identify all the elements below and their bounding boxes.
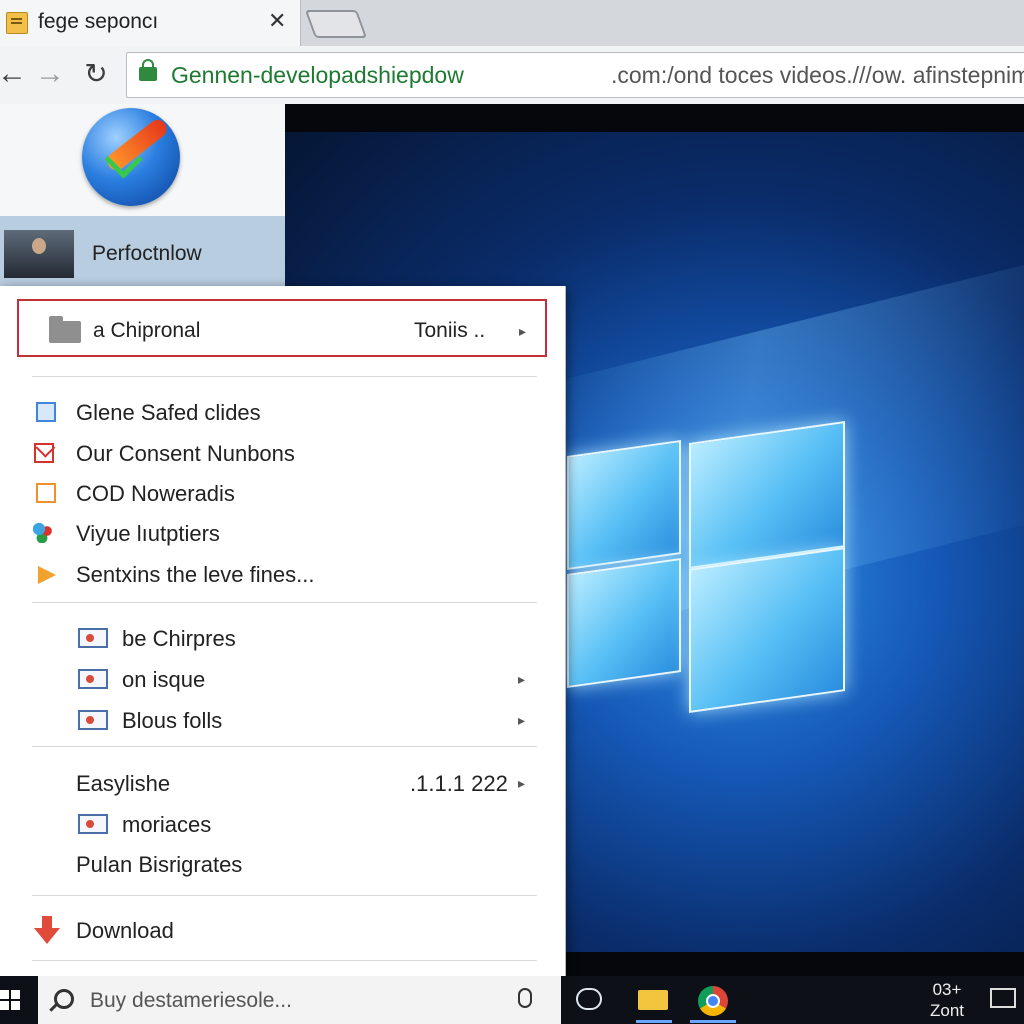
menu-separator: [32, 602, 537, 603]
submenu-arrow-icon: ▸: [518, 671, 526, 687]
menu-item[interactable]: Blous folls ▸: [0, 700, 565, 738]
taskbar: Buy destameriesole... 03+ Zont: [0, 976, 1024, 1024]
submenu-arrow-icon: ▸: [518, 712, 526, 728]
user-name: Perfoctnlow: [92, 242, 202, 265]
menu-item-label: Blous folls: [122, 708, 223, 733]
user-row[interactable]: Perfoctnlow: [0, 216, 285, 290]
submenu-arrow-icon: ▸: [519, 323, 527, 339]
menu-item-label: COD Noweradis: [76, 481, 235, 506]
address-bar[interactable]: Gennen-developadshiepdow .com:/ond toces…: [126, 52, 1024, 98]
menu-separator: [32, 895, 537, 896]
taskbar-search-input[interactable]: Buy destameriesole...: [38, 976, 561, 1024]
menu-item-label: Viyue lıutptiers: [76, 521, 220, 546]
menu-item[interactable]: moriaces: [0, 804, 565, 842]
image-icon: [78, 628, 108, 648]
url-domain: Gennen-developadshiepdow: [171, 62, 464, 88]
menu-item[interactable]: Easylishe .1.1.1 222 ▸: [0, 763, 565, 801]
menu-item[interactable]: Viyue lıutptiers: [0, 513, 565, 551]
image-icon: [78, 710, 108, 730]
lock-icon: [139, 59, 157, 81]
menu-item-label: be Chirpres: [122, 626, 236, 651]
context-menu: a Chipronal Toniis .. ▸ Glene Safed clid…: [0, 286, 566, 982]
menu-item-label: Easylishe: [76, 771, 171, 796]
menu-item-label: Sentxins the leve fines...: [76, 562, 315, 587]
page-icon: [36, 483, 56, 503]
menu-item[interactable]: be Chirpres: [0, 618, 565, 656]
folder-icon: [49, 316, 81, 343]
play-icon: [38, 566, 56, 584]
menu-separator: [32, 960, 537, 961]
task-view-icon[interactable]: [576, 988, 602, 1010]
menu-item-download[interactable]: Download: [0, 910, 565, 948]
search-placeholder: Buy destameriesole...: [90, 989, 292, 1012]
url-path: .com:/ond toces videos.///ow. afinstepni…: [611, 62, 1024, 88]
browser-toolbar: ← → ↻ Gennen-developadshiepdow .com:/ond…: [0, 46, 1024, 105]
menu-item-label: on isque: [122, 667, 206, 692]
avatar: [4, 230, 74, 278]
app-logo-icon: [82, 108, 180, 206]
windows-logo-pane: [567, 557, 681, 689]
back-arrow-icon[interactable]: ←: [0, 54, 30, 94]
favicon-icon: [6, 12, 28, 34]
people-icon: [33, 523, 53, 543]
submenu-arrow-icon: ▸: [518, 775, 526, 791]
tray-clock[interactable]: 03+ Zont: [930, 979, 964, 1021]
mail-icon: [34, 443, 54, 463]
menu-separator: [32, 376, 537, 377]
tab-close-button[interactable]: ✕: [268, 8, 286, 34]
menu-item-highlighted[interactable]: a Chipronal Toniis .. ▸: [17, 299, 547, 357]
menu-item[interactable]: Glene Safed clides: [0, 392, 565, 430]
download-arrow-icon: [34, 916, 60, 944]
menu-item-label: Our Consent Nunbons: [76, 441, 295, 466]
tray-clock-line1: 03+: [932, 980, 962, 999]
windows-start-icon[interactable]: [0, 990, 20, 1010]
menu-item-label: a Chipronal: [93, 319, 201, 342]
menu-item[interactable]: on isque ▸: [0, 659, 565, 697]
document-icon: [36, 402, 56, 422]
menu-item[interactable]: Sentxins the leve fines...: [0, 554, 565, 592]
windows-logo-pane: [689, 547, 845, 713]
notification-icon[interactable]: [990, 988, 1016, 1008]
image-icon: [78, 814, 108, 834]
menu-item-label: Download: [76, 918, 174, 943]
page-sidebar: Perfoctnlow: [0, 104, 285, 294]
tab-strip: fege seponcı ✕: [0, 0, 1024, 46]
reload-icon[interactable]: ↻: [78, 54, 114, 94]
menu-item-accel: Toniis ..: [414, 319, 486, 342]
new-tab-button[interactable]: [304, 10, 368, 38]
menu-item-accel: .1.1.1 222: [410, 771, 508, 796]
search-icon: [54, 989, 74, 1009]
windows-logo-pane: [689, 421, 845, 569]
chrome-icon[interactable]: [698, 986, 728, 1016]
menu-separator: [32, 746, 537, 747]
forward-arrow-icon[interactable]: →: [32, 54, 68, 94]
browser-tab[interactable]: fege seponcı ✕: [0, 0, 301, 46]
windows-logo-pane: [567, 439, 681, 571]
tray-clock-line2: Zont: [930, 1001, 965, 1020]
menu-item-label: Pulan Bisrigrates: [76, 852, 243, 877]
menu-item[interactable]: Our Consent Nunbons: [0, 433, 565, 471]
file-explorer-icon[interactable]: [632, 984, 674, 1023]
menu-item[interactable]: Pulan Bisrigrates: [0, 844, 565, 882]
active-app-indicator: [690, 1020, 736, 1023]
tab-title: fege seponcı: [38, 10, 159, 33]
microphone-icon[interactable]: [518, 988, 532, 1008]
menu-item[interactable]: COD Noweradis: [0, 473, 565, 511]
menu-item-label: moriaces: [122, 812, 212, 837]
menu-item-label: Glene Safed clides: [76, 400, 261, 425]
image-icon: [78, 669, 108, 689]
